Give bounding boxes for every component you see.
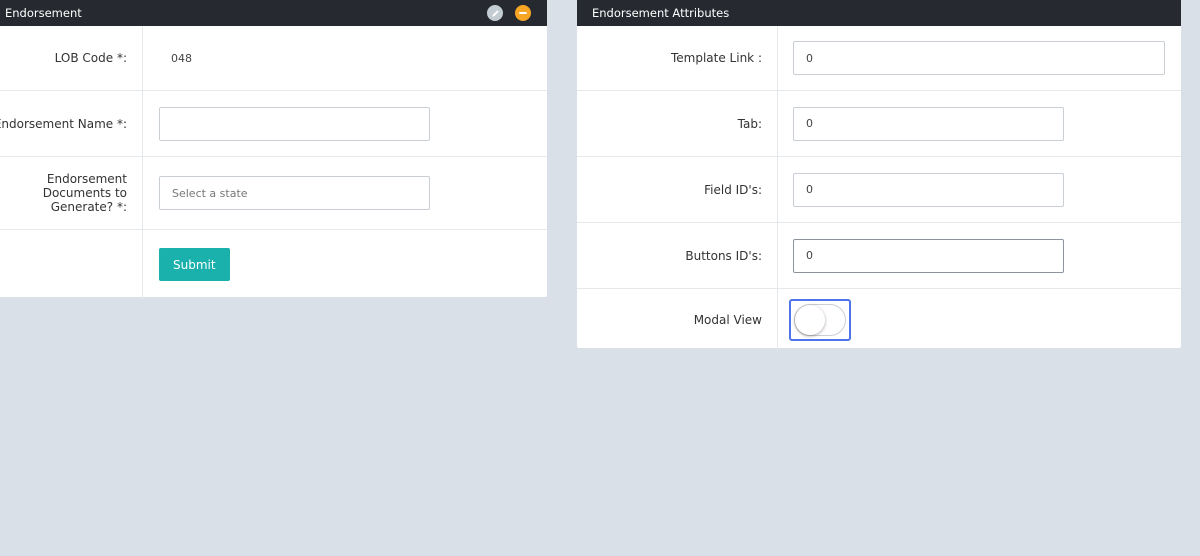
endorsement-name-row: Endorsement Name *: [0,91,547,157]
panel-title: Endorsement [5,6,82,20]
endorsement-attributes-header: Endorsement Attributes [577,0,1181,26]
endorsement-name-label: Endorsement Name *: [0,91,143,156]
field-ids-row: Field ID's: [577,157,1181,223]
field-ids-input[interactable] [793,172,1064,207]
pencil-icon[interactable] [487,5,503,21]
endorsement-panel: Endorsement LOB Code *: 048 Endorsement … [0,0,547,299]
documents-label: Endorsement Documents to Generate? *: [0,157,143,229]
state-select[interactable] [159,176,430,210]
endorsement-panel-header: Endorsement [0,0,547,26]
modal-view-toggle[interactable] [789,299,851,341]
template-link-label: Template Link : [577,26,778,90]
panel-title: Endorsement Attributes [592,6,730,20]
documents-label-line2: Generate? *: [50,200,127,214]
template-link-row: Template Link : [577,26,1181,91]
buttons-ids-input[interactable] [793,238,1064,273]
template-link-input[interactable] [793,41,1165,75]
panel-tools [487,5,531,21]
modal-view-row: Modal View [577,289,1181,351]
toggle-knob [795,305,825,335]
buttons-ids-label: Buttons ID's: [577,223,778,288]
endorsement-attributes-panel: Endorsement Attributes Template Link : T… [577,0,1181,351]
lob-code-label: LOB Code *: [0,26,143,90]
endorsement-name-input[interactable] [159,106,430,141]
tab-row: Tab: [577,91,1181,157]
documents-label-line1: Endorsement Documents to [42,172,127,200]
tab-input[interactable] [793,106,1064,141]
field-ids-label: Field ID's: [577,157,778,222]
minus-circle-icon[interactable] [515,5,531,21]
submit-button[interactable]: Submit [159,248,230,281]
modal-view-label: Modal View [577,289,778,351]
toggle-track [794,304,846,336]
tab-label: Tab: [577,91,778,156]
buttons-ids-row: Buttons ID's: [577,223,1181,289]
lob-code-value: 048 [171,51,192,65]
documents-row: Endorsement Documents to Generate? *: [0,157,547,230]
lob-code-row: LOB Code *: 048 [0,26,547,91]
submit-row: Submit [0,230,547,299]
